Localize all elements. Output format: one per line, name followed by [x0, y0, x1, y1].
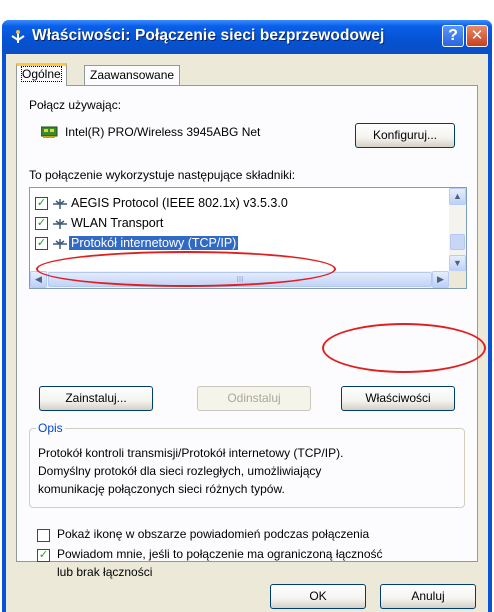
network-protocol-icon: [53, 239, 67, 249]
configure-button[interactable]: Konfiguruj...: [355, 123, 455, 148]
notify-label-line1[interactable]: Powiadom mnie, jeśli to połączenie ma og…: [57, 547, 383, 561]
scroll-right-button[interactable]: ▶: [432, 271, 449, 288]
notify-checkbox[interactable]: ✓: [37, 549, 50, 562]
chevron-up-icon: ▲: [453, 191, 462, 201]
tab-general-label: Ogólne: [21, 66, 62, 82]
list-item-selected[interactable]: ✓ Protokół internetowy (TCP/IP): [35, 235, 435, 253]
list-item[interactable]: ✓ AEGIS Protocol (IEEE 802.1x) v3.5.3.0: [35, 195, 435, 213]
ok-button[interactable]: OK: [270, 584, 366, 609]
components-label: To połączenie wykorzystuje następujące s…: [29, 168, 296, 182]
scroll-up-button[interactable]: ▲: [449, 188, 466, 205]
tab-general[interactable]: Ogólne: [16, 63, 67, 86]
scroll-corner: [449, 271, 466, 288]
close-button[interactable]: ✕: [466, 25, 488, 47]
scroll-left-button[interactable]: ◀: [30, 271, 47, 288]
component-label: AEGIS Protocol (IEEE 802.1x) v3.5.3.0: [71, 196, 288, 210]
vertical-scrollbar[interactable]: ▲ ▼: [449, 188, 466, 272]
network-card-icon: [41, 126, 58, 138]
help-button[interactable]: ?: [442, 25, 464, 47]
dialog-client-area: Ogólne Zaawansowane Połącz używając: Int…: [6, 54, 488, 612]
component-label: WLAN Transport: [71, 216, 164, 230]
close-icon: ✕: [470, 27, 484, 44]
adapter-name: Intel(R) PRO/Wireless 3945ABG Net: [65, 125, 261, 139]
chevron-right-icon: ▶: [437, 274, 444, 284]
show-icon-checkbox[interactable]: [37, 529, 50, 542]
properties-button[interactable]: Właściwości: [341, 386, 455, 411]
components-list[interactable]: ✓ AEGIS Protocol (IEEE 802.1x) v3.5.3.0 …: [29, 187, 467, 289]
cancel-button[interactable]: Anuluj: [380, 584, 476, 609]
uninstall-button[interactable]: Odinstaluj: [197, 386, 311, 411]
component-checkbox[interactable]: ✓: [35, 237, 48, 250]
component-label: Protokół internetowy (TCP/IP): [69, 236, 239, 250]
tab-advanced[interactable]: Zaawansowane: [84, 65, 181, 85]
general-tab-panel: Połącz używając: Intel(R) PRO/Wireless 3…: [16, 85, 478, 579]
description-group: Opis Protokół kontroli transmisji/Protok…: [29, 421, 465, 508]
show-icon-label[interactable]: Pokaż ikonę w obszarze powiadomień podcz…: [57, 527, 369, 541]
network-protocol-icon: [53, 219, 67, 229]
chevron-left-icon: ◀: [35, 274, 42, 284]
description-line: Domyślny protokół dla sieci rozległych, …: [38, 464, 322, 478]
properties-window: Właściwości: Połączenie sieci bezprzewod…: [2, 20, 492, 612]
connect-using-label: Połącz używając:: [29, 98, 122, 112]
notify-label-line2[interactable]: lub brak łączności: [57, 565, 152, 579]
scroll-down-button[interactable]: ▼: [449, 255, 466, 272]
horizontal-scrollbar[interactable]: ◀ III ▶: [30, 271, 466, 288]
window-title: Właściwości: Połączenie sieci bezprzewod…: [32, 27, 385, 44]
component-checkbox[interactable]: ✓: [35, 197, 48, 210]
description-line: Protokół kontroli transmisji/Protokół in…: [38, 446, 344, 460]
chevron-down-icon: ▼: [453, 258, 462, 268]
install-button[interactable]: Zainstaluj...: [39, 386, 153, 411]
list-item[interactable]: ✓ WLAN Transport: [35, 215, 435, 233]
description-line: komunikację połączonych sieci różnych ty…: [38, 482, 285, 496]
horizontal-scroll-thumb[interactable]: III: [48, 272, 432, 287]
network-connection-icon: [11, 30, 25, 43]
description-title: Opis: [36, 421, 65, 435]
vertical-scroll-thumb[interactable]: [450, 234, 465, 250]
network-protocol-icon: [53, 199, 67, 209]
component-checkbox[interactable]: ✓: [35, 217, 48, 230]
scroll-grip: III: [236, 275, 244, 284]
title-bar[interactable]: Właściwości: Połączenie sieci bezprzewod…: [2, 20, 492, 54]
help-icon: ?: [448, 27, 458, 44]
tab-advanced-label: Zaawansowane: [90, 68, 175, 82]
description-text: Protokół kontroli transmisji/Protokół in…: [38, 444, 458, 498]
